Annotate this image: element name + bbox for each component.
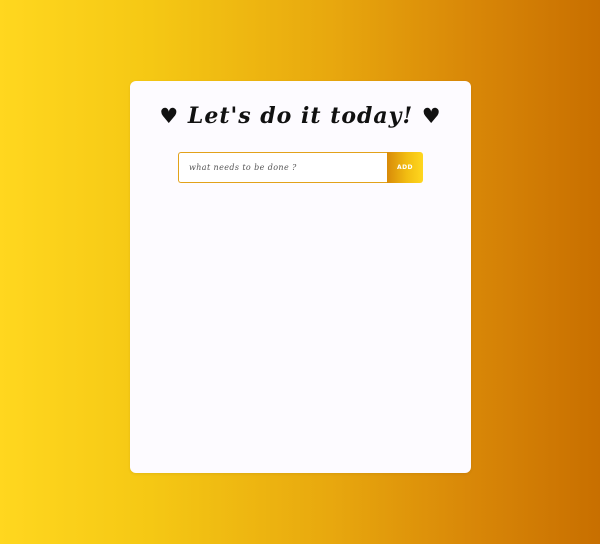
add-button[interactable]: ADD	[387, 152, 423, 183]
add-todo-form: ADD	[178, 152, 423, 183]
heart-icon-right: ♥	[421, 103, 442, 128]
heart-icon-left: ♥	[159, 103, 180, 128]
page-title: ♥ Let's do it today! ♥	[130, 103, 471, 129]
page-background: { "header": { "heart_left": "♥", "title"…	[0, 0, 600, 544]
todo-card: ♥ Let's do it today! ♥ ADD	[130, 81, 471, 473]
todo-input[interactable]	[178, 152, 387, 183]
title-text: Let's do it today!	[187, 103, 414, 129]
